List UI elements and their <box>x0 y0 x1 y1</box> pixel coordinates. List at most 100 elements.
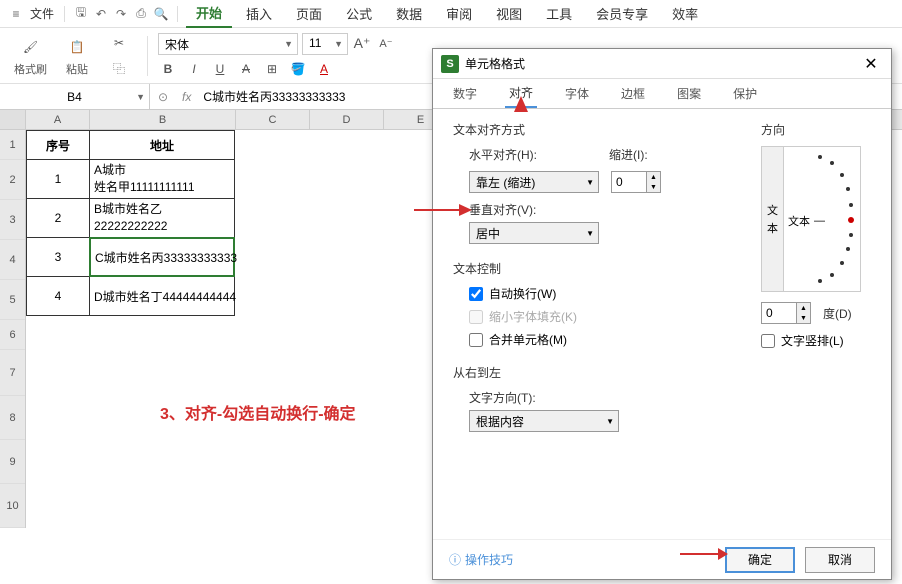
degree-value[interactable] <box>762 303 796 323</box>
preview-icon[interactable]: 🔍 <box>153 6 169 22</box>
dialog-tab-protect[interactable]: 保护 <box>729 79 761 108</box>
cell-b4-selected[interactable]: C城市姓名丙33333333333 <box>89 237 235 277</box>
row-header-5[interactable]: 5 <box>0 280 25 320</box>
vert-align-value: 居中 <box>476 225 500 242</box>
increase-font-icon[interactable]: A⁺ <box>352 34 372 54</box>
row-header-6[interactable]: 6 <box>0 320 25 350</box>
horiz-align-label: 水平对齐(H): <box>469 146 537 163</box>
ok-button[interactable]: 确定 <box>725 547 795 573</box>
col-header-d[interactable]: D <box>310 110 384 129</box>
dialog-tab-pattern[interactable]: 图案 <box>673 79 705 108</box>
orient-arc[interactable]: 文本 — <box>784 147 860 291</box>
tab-tools[interactable]: 工具 <box>536 0 582 27</box>
paste-icon[interactable]: 📋 <box>65 35 89 59</box>
vert-align-combo[interactable]: 居中 ▼ <box>469 222 599 244</box>
font-color-button[interactable]: A <box>314 59 334 79</box>
decrease-font-icon[interactable]: A⁻ <box>376 34 396 54</box>
tab-data[interactable]: 数据 <box>386 0 432 27</box>
tab-formula[interactable]: 公式 <box>336 0 382 27</box>
dialog-tab-font[interactable]: 字体 <box>561 79 593 108</box>
copy-icon[interactable]: ⿻ <box>107 57 131 81</box>
cut-icon[interactable]: ✂ <box>107 31 131 55</box>
border-button[interactable]: ⊞ <box>262 59 282 79</box>
col-header-a[interactable]: A <box>26 110 90 129</box>
red-arrow-icon <box>414 200 474 220</box>
row-header-10[interactable]: 10 <box>0 484 25 528</box>
annotation-text: 3、对齐-勾选自动换行-确定 <box>160 400 356 424</box>
cancel-formula-icon[interactable]: ⊙ <box>158 90 172 104</box>
row-header-2[interactable]: 2 <box>0 160 25 200</box>
text-dir-combo[interactable]: 根据内容 ▼ <box>469 410 619 432</box>
col-header-c[interactable]: C <box>236 110 310 129</box>
font-size-select[interactable]: 11 ▼ <box>302 33 348 55</box>
bold-button[interactable]: B <box>158 59 178 79</box>
row-header-8[interactable]: 8 <box>0 396 25 440</box>
rtl-section: 从右到左 <box>453 364 871 381</box>
orientation-widget[interactable]: 文本 文本 — <box>761 146 861 292</box>
degree-label: 度(D) <box>823 305 852 322</box>
select-all-corner[interactable] <box>0 110 26 130</box>
tab-member[interactable]: 会员专享 <box>586 0 658 27</box>
spin-down-icon[interactable]: ▼ <box>797 313 810 323</box>
spin-down-icon[interactable]: ▼ <box>647 182 660 192</box>
file-menu[interactable]: 文件 <box>28 5 56 22</box>
degree-spinner[interactable]: ▲▼ <box>761 302 811 324</box>
undo-icon[interactable]: ↶ <box>93 6 109 22</box>
underline-button[interactable]: U <box>210 59 230 79</box>
tab-view[interactable]: 视图 <box>486 0 532 27</box>
indent-spinner[interactable]: ▲▼ <box>611 171 661 193</box>
merge-checkbox[interactable] <box>469 333 483 347</box>
cell-b3[interactable]: B城市姓名乙 22222222222 <box>89 198 235 238</box>
tab-efficiency[interactable]: 效率 <box>662 0 708 27</box>
tab-start[interactable]: 开始 <box>186 0 232 28</box>
cell-a2[interactable]: 1 <box>26 159 90 199</box>
row-header-9[interactable]: 9 <box>0 440 25 484</box>
row-header-1[interactable]: 1 <box>0 130 25 160</box>
tips-label: 操作技巧 <box>465 551 513 568</box>
wrap-checkbox[interactable] <box>469 287 483 301</box>
dialog-tab-number[interactable]: 数字 <box>449 79 481 108</box>
chevron-down-icon: ▼ <box>136 92 145 102</box>
font-size-value: 11 <box>309 36 321 50</box>
indent-value[interactable] <box>612 172 646 192</box>
close-icon[interactable]: ✕ <box>859 52 883 76</box>
table-header-seq[interactable]: 序号 <box>26 130 90 160</box>
print-icon[interactable]: ⎙ <box>133 6 149 22</box>
cancel-button[interactable]: 取消 <box>805 547 875 573</box>
col-header-b[interactable]: B <box>90 110 236 129</box>
vert-text-checkbox[interactable] <box>761 334 775 348</box>
redo-icon[interactable]: ↷ <box>113 6 129 22</box>
fill-color-button[interactable]: 🪣 <box>288 59 308 79</box>
italic-button[interactable]: I <box>184 59 204 79</box>
horiz-align-combo[interactable]: 靠左 (缩进) ▼ <box>469 171 599 193</box>
tab-page[interactable]: 页面 <box>286 0 332 27</box>
cell-a5[interactable]: 4 <box>26 276 90 316</box>
tips-link[interactable]: ⓘ 操作技巧 <box>449 551 715 568</box>
orient-vertical-text[interactable]: 文本 <box>762 147 784 291</box>
tab-review[interactable]: 审阅 <box>436 0 482 27</box>
spin-up-icon[interactable]: ▲ <box>797 303 810 313</box>
row-header-4[interactable]: 4 <box>0 240 25 280</box>
cell-a3[interactable]: 2 <box>26 198 90 238</box>
format-brush-icon[interactable]: 🖌 <box>19 35 43 59</box>
spin-up-icon[interactable]: ▲ <box>647 172 660 182</box>
dialog-tab-border[interactable]: 边框 <box>617 79 649 108</box>
tab-insert[interactable]: 插入 <box>236 0 282 27</box>
text-dir-label: 文字方向(T): <box>469 389 871 406</box>
hamburger-icon[interactable]: ≡ <box>8 6 24 22</box>
text-dir-value: 根据内容 <box>476 413 524 430</box>
save-icon[interactable]: 🖫 <box>73 6 89 22</box>
table-header-addr[interactable]: 地址 <box>89 130 235 160</box>
red-arrow-icon <box>506 94 536 114</box>
row-header-7[interactable]: 7 <box>0 350 25 396</box>
strikethrough-button[interactable]: A <box>236 59 256 79</box>
row-header-3[interactable]: 3 <box>0 200 25 240</box>
cell-a4[interactable]: 3 <box>26 237 90 277</box>
fx-label[interactable]: fx <box>182 90 191 104</box>
cell-b5[interactable]: D城市姓名丁44444444444 <box>89 276 235 316</box>
font-select[interactable]: 宋体 ▼ <box>158 33 298 55</box>
cell-b2[interactable]: A城市 姓名甲11111111111 <box>89 159 235 199</box>
cell-format-dialog: S 单元格格式 ✕ 数字 对齐 字体 边框 图案 保护 文本对齐方式 水平对齐(… <box>432 48 892 580</box>
vert-text-checkbox-row[interactable]: 文字竖排(L) <box>761 332 871 349</box>
cell-reference-box[interactable]: B4 ▼ <box>0 84 150 109</box>
